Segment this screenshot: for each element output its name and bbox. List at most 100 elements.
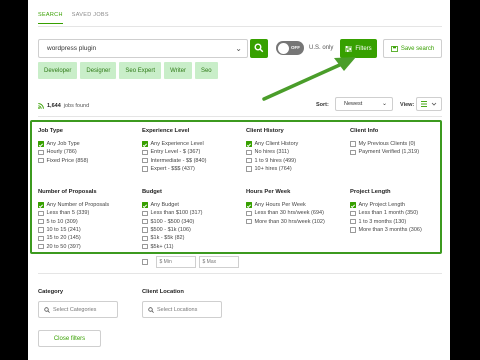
- us-only-toggle[interactable]: OFF: [276, 41, 304, 55]
- checkbox[interactable]: [38, 202, 44, 208]
- budget-min-input[interactable]: $ Min: [155, 256, 196, 268]
- option-any-budget[interactable]: Any Budget: [142, 201, 202, 209]
- checkbox[interactable]: [350, 149, 356, 156]
- chip-designer[interactable]: Designer: [80, 62, 117, 79]
- option-1k-to-5k[interactable]: $1k - $5k (82): [142, 234, 202, 242]
- checkbox[interactable]: [350, 141, 356, 147]
- option-any-project-length[interactable]: Any Project Length: [350, 201, 422, 209]
- option-less-than-100[interactable]: Less than $100 (317): [142, 209, 202, 217]
- checkbox[interactable]: [38, 149, 44, 156]
- client-location-label: Client Location: [142, 289, 184, 295]
- chip-seo[interactable]: Seo: [194, 62, 218, 79]
- sort-select[interactable]: Newest ⌄: [335, 97, 393, 111]
- option-previous-clients[interactable]: My Previous Clients (0): [350, 140, 419, 148]
- checkbox[interactable]: [38, 218, 44, 225]
- checkbox[interactable]: [38, 141, 44, 147]
- option-more-than-3-months[interactable]: More than 3 months (306): [350, 226, 422, 234]
- checkbox[interactable]: [350, 227, 356, 233]
- option-expert[interactable]: Expert - $$$ (437): [142, 165, 206, 173]
- checkbox[interactable]: [246, 218, 252, 225]
- checkbox[interactable]: [350, 218, 356, 225]
- checkbox[interactable]: [142, 210, 148, 217]
- option-5-to-10[interactable]: 5 to 10 (309): [38, 218, 109, 226]
- chip-writer[interactable]: Writer: [164, 62, 192, 79]
- option-any-hours[interactable]: Any Hours Per Week: [246, 201, 325, 209]
- save-search-button[interactable]: Save search: [383, 39, 442, 58]
- option-10-plus-hires[interactable]: 10+ hires (764): [246, 165, 298, 173]
- filters-button-label: Filters: [355, 45, 372, 52]
- option-label: Less than 30 hrs/week (694): [254, 210, 324, 217]
- option-label: No hires (311): [254, 149, 289, 156]
- option-entry-level[interactable]: Entry Level - $ (367): [142, 148, 206, 156]
- option-more-than-30-hrs[interactable]: More than 30 hrs/week (102): [246, 218, 325, 226]
- checkbox[interactable]: [142, 259, 148, 265]
- option-5k-plus[interactable]: $5k+ (11): [142, 242, 202, 250]
- category-select[interactable]: Select Categories: [38, 301, 118, 318]
- checkbox[interactable]: [246, 166, 252, 172]
- filter-number-of-proposals: Number of Proposals Any Number of Propos…: [38, 189, 109, 251]
- option-label: 1 to 3 months (130): [358, 218, 407, 225]
- chip-seo-expert[interactable]: Seo Expert: [119, 62, 162, 79]
- option-any-job-type[interactable]: Any Job Type: [38, 140, 88, 148]
- option-fixed-price[interactable]: Fixed Price (858): [38, 157, 88, 165]
- client-location-select[interactable]: Select Locations: [142, 301, 222, 318]
- option-intermediate[interactable]: Intermediate - $$ (840): [142, 157, 206, 165]
- option-1-to-9-hires[interactable]: 1 to 9 hires (499): [246, 157, 298, 165]
- checkbox[interactable]: [350, 202, 356, 208]
- option-less-than-30-hrs[interactable]: Less than 30 hrs/week (694): [246, 209, 325, 217]
- close-filters-button[interactable]: Close filters: [38, 330, 101, 347]
- checkbox[interactable]: [246, 157, 252, 164]
- tab-divider: [38, 26, 442, 27]
- filters-button[interactable]: Filters: [340, 39, 377, 58]
- checkbox[interactable]: [142, 235, 148, 242]
- chevron-down-icon[interactable]: ⌄: [235, 44, 242, 53]
- search-icon: [148, 306, 154, 313]
- checkbox[interactable]: [142, 149, 148, 156]
- checkbox[interactable]: [246, 210, 252, 217]
- rss-icon[interactable]: [38, 103, 44, 109]
- option-any-client-history[interactable]: Any Client History: [246, 140, 298, 148]
- option-label: Entry Level - $ (367): [150, 149, 201, 156]
- option-100-to-500[interactable]: $100 - $500 (340): [142, 218, 202, 226]
- checkbox[interactable]: [142, 243, 148, 250]
- checkbox[interactable]: [38, 157, 44, 164]
- chip-developer[interactable]: Developer: [38, 62, 78, 79]
- budget-max-input[interactable]: $ Max: [198, 256, 239, 268]
- option-hourly[interactable]: Hourly (786): [38, 148, 88, 156]
- checkbox[interactable]: [142, 157, 148, 164]
- checkbox[interactable]: [142, 218, 148, 225]
- search-box[interactable]: ⌄: [38, 39, 248, 58]
- option-1-to-3-months[interactable]: 1 to 3 months (130): [350, 218, 422, 226]
- checkbox[interactable]: [246, 141, 252, 147]
- option-payment-verified[interactable]: Payment Verified (1,319): [350, 148, 419, 156]
- checkbox[interactable]: [142, 227, 148, 233]
- option-any-proposals[interactable]: Any Number of Proposals: [38, 201, 109, 209]
- option-no-hires[interactable]: No hires (311): [246, 148, 298, 156]
- option-10-to-15[interactable]: 10 to 15 (241): [38, 226, 109, 234]
- filter-title: Hours Per Week: [246, 189, 291, 195]
- checkbox[interactable]: [350, 210, 356, 217]
- search-input[interactable]: [39, 40, 224, 57]
- search-button[interactable]: [250, 39, 268, 58]
- checkbox[interactable]: [38, 227, 44, 233]
- option-500-to-1k[interactable]: $500 - $1k (106): [142, 226, 202, 234]
- checkbox[interactable]: [38, 235, 44, 242]
- checkbox[interactable]: [142, 141, 148, 147]
- view-select[interactable]: [416, 97, 442, 111]
- option-20-to-50[interactable]: 20 to 50 (397): [38, 242, 109, 250]
- category-placeholder: Select Categories: [53, 306, 97, 313]
- tab-saved-jobs[interactable]: SAVED JOBS: [72, 12, 109, 24]
- option-less-than-1-month[interactable]: Less than 1 month (350): [350, 209, 422, 217]
- tab-search[interactable]: SEARCH: [38, 12, 63, 24]
- checkbox[interactable]: [38, 243, 44, 250]
- option-label: 10 to 15 (241): [46, 227, 81, 234]
- option-any-experience[interactable]: Any Experience Level: [142, 140, 206, 148]
- option-label: Any Client History: [254, 141, 299, 148]
- checkbox[interactable]: [38, 210, 44, 217]
- option-less-than-5[interactable]: Less than 5 (339): [38, 209, 109, 217]
- checkbox[interactable]: [142, 166, 148, 172]
- checkbox[interactable]: [246, 149, 252, 156]
- option-15-to-20[interactable]: 15 to 20 (145): [38, 234, 109, 242]
- checkbox[interactable]: [142, 202, 148, 208]
- checkbox[interactable]: [246, 202, 252, 208]
